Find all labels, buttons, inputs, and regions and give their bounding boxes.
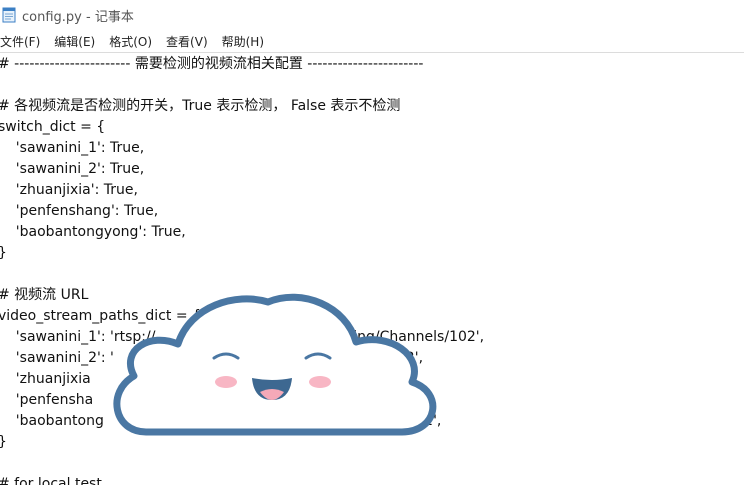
editor-line: } [0, 432, 7, 452]
editor-line: # 视频流 URL [0, 287, 89, 303]
editor-line: 'zhuanjixia': True, [0, 182, 138, 198]
editor-line: # ----------------------- 需要检测的视频流相关配置 -… [0, 56, 424, 72]
menu-help[interactable]: 帮助(H) [222, 33, 264, 50]
editor-line: # for local test [0, 476, 102, 485]
menu-edit[interactable]: 编辑(E) [54, 33, 95, 50]
editor-line: } [0, 243, 7, 263]
menu-bar: 文件(F) 编辑(E) 格式(O) 查看(V) 帮助(H) [0, 30, 744, 52]
editor-line: switch_dict = { [0, 119, 106, 135]
editor-line: 'sawanini_1': True, [0, 140, 145, 156]
editor-line: 'sawanini_2': True, [0, 161, 145, 177]
editor-line: 'baobantongyong': True, [0, 224, 186, 240]
editor-line: 'penfenshang': True, [0, 203, 159, 219]
window-title: config.py - 记事本 [22, 9, 134, 25]
title-bar: config.py - 记事本 [0, 0, 744, 30]
menu-view[interactable]: 查看(V) [166, 33, 208, 50]
menu-format[interactable]: 格式(O) [109, 33, 152, 50]
notepad-icon [2, 7, 16, 23]
menu-file[interactable]: 文件(F) [0, 33, 40, 50]
editor-line: # 各视频流是否检测的开关，True 表示检测， False 表示不检测 [0, 98, 401, 114]
smiling-cloud-icon [106, 292, 446, 442]
